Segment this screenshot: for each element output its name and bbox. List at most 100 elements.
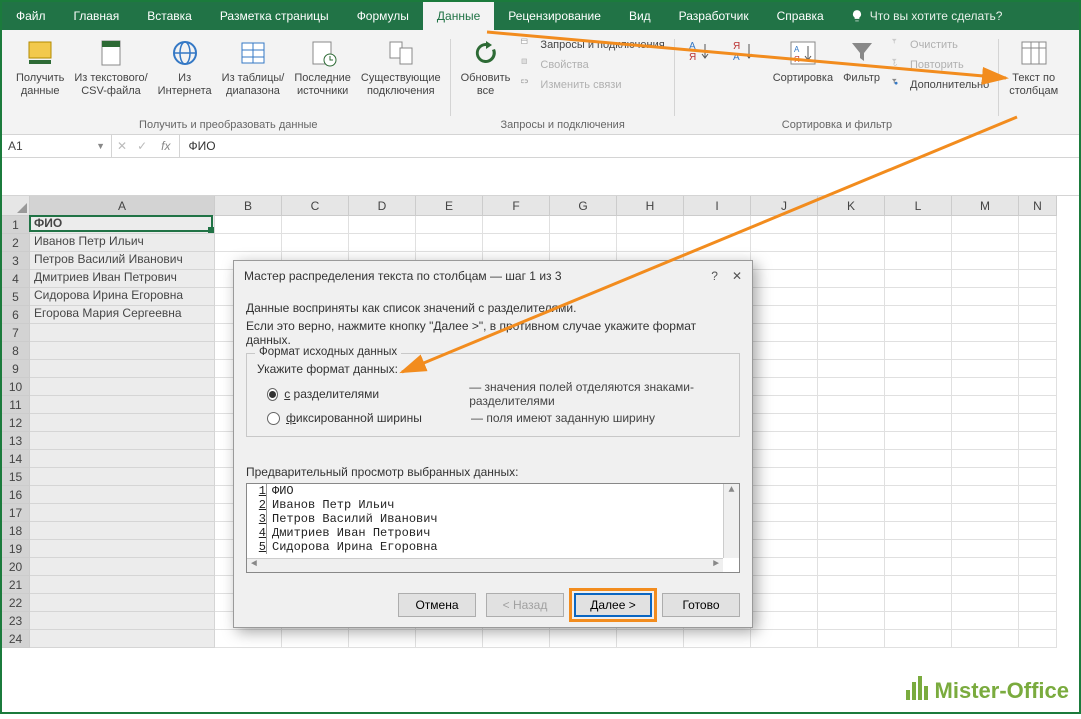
cell-A1[interactable]: ФИО [30,216,215,234]
cell-L4[interactable] [885,270,952,288]
cell-K18[interactable] [818,522,885,540]
cell-J8[interactable] [751,342,818,360]
cell-M6[interactable] [952,306,1019,324]
cell-G24[interactable] [550,630,617,648]
cell-A24[interactable] [30,630,215,648]
row-header-2[interactable]: 2 [2,234,30,252]
cell-A12[interactable] [30,414,215,432]
cell-A20[interactable] [30,558,215,576]
ribbon-sort-az-button[interactable]: AЯ [681,33,723,70]
cell-K9[interactable] [818,360,885,378]
cell-N9[interactable] [1019,360,1057,378]
cell-L16[interactable] [885,486,952,504]
cell-N5[interactable] [1019,288,1057,306]
cell-I2[interactable] [684,234,751,252]
row-header-7[interactable]: 7 [2,324,30,342]
close-icon[interactable]: ✕ [732,269,742,283]
column-header-I[interactable]: I [684,196,751,216]
cell-D1[interactable] [349,216,416,234]
cell-J19[interactable] [751,540,818,558]
row-header-13[interactable]: 13 [2,432,30,450]
cell-L22[interactable] [885,594,952,612]
cell-M23[interactable] [952,612,1019,630]
cell-H1[interactable] [617,216,684,234]
row-header-8[interactable]: 8 [2,342,30,360]
cell-K6[interactable] [818,306,885,324]
cell-L18[interactable] [885,522,952,540]
ribbon-csv-button[interactable]: Из текстового/CSV-файла [70,33,151,97]
cell-L3[interactable] [885,252,952,270]
cell-L21[interactable] [885,576,952,594]
menu-вставка[interactable]: Вставка [133,2,206,30]
cell-K13[interactable] [818,432,885,450]
cell-K2[interactable] [818,234,885,252]
cell-N21[interactable] [1019,576,1057,594]
cell-J4[interactable] [751,270,818,288]
cell-J13[interactable] [751,432,818,450]
column-header-H[interactable]: H [617,196,684,216]
cell-N10[interactable] [1019,378,1057,396]
cell-A22[interactable] [30,594,215,612]
cell-K4[interactable] [818,270,885,288]
cell-J5[interactable] [751,288,818,306]
cell-A11[interactable] [30,396,215,414]
cell-M10[interactable] [952,378,1019,396]
cell-J16[interactable] [751,486,818,504]
row-header-12[interactable]: 12 [2,414,30,432]
cell-K11[interactable] [818,396,885,414]
row-header-5[interactable]: 5 [2,288,30,306]
cell-L24[interactable] [885,630,952,648]
cell-J22[interactable] [751,594,818,612]
cell-J20[interactable] [751,558,818,576]
cell-A21[interactable] [30,576,215,594]
row-header-9[interactable]: 9 [2,360,30,378]
cell-K24[interactable] [818,630,885,648]
radio-option-0[interactable]: с разделителями— значения полей отделяют… [257,380,729,408]
menu-файл[interactable]: Файл [2,2,60,30]
cell-J7[interactable] [751,324,818,342]
row-header-22[interactable]: 22 [2,594,30,612]
row-header-18[interactable]: 18 [2,522,30,540]
row-header-15[interactable]: 15 [2,468,30,486]
cell-M22[interactable] [952,594,1019,612]
cell-K17[interactable] [818,504,885,522]
cell-N23[interactable] [1019,612,1057,630]
row-header-10[interactable]: 10 [2,378,30,396]
cancel-formula-icon[interactable]: ✕ [117,139,127,153]
formula-input[interactable]: ФИО [180,135,1079,157]
cell-J15[interactable] [751,468,818,486]
cell-L11[interactable] [885,396,952,414]
cell-L10[interactable] [885,378,952,396]
menu-справка[interactable]: Справка [763,2,838,30]
cell-N13[interactable] [1019,432,1057,450]
cell-B1[interactable] [215,216,282,234]
ribbon-sort-button[interactable]: AЯСортировка [769,33,837,85]
cell-N7[interactable] [1019,324,1057,342]
cell-L13[interactable] [885,432,952,450]
column-header-J[interactable]: J [751,196,818,216]
cell-H24[interactable] [617,630,684,648]
column-header-D[interactable]: D [349,196,416,216]
cell-A5[interactable]: Сидорова Ирина Егоровна [30,288,215,306]
cell-M3[interactable] [952,252,1019,270]
cell-F2[interactable] [483,234,550,252]
column-header-G[interactable]: G [550,196,617,216]
cell-A17[interactable] [30,504,215,522]
cell-A15[interactable] [30,468,215,486]
cell-N3[interactable] [1019,252,1057,270]
row-header-11[interactable]: 11 [2,396,30,414]
cell-M15[interactable] [952,468,1019,486]
help-icon[interactable]: ? [711,269,718,283]
cell-B24[interactable] [215,630,282,648]
menu-рецензирование[interactable]: Рецензирование [494,2,615,30]
menu-разметка страницы[interactable]: Разметка страницы [206,2,343,30]
cell-L9[interactable] [885,360,952,378]
next-button[interactable]: Далее > [574,593,652,617]
cell-J17[interactable] [751,504,818,522]
cell-E1[interactable] [416,216,483,234]
menu-вид[interactable]: Вид [615,2,665,30]
cell-I24[interactable] [684,630,751,648]
cell-J9[interactable] [751,360,818,378]
ribbon-advanced-button[interactable]: Дополнительно [886,75,993,94]
cell-A7[interactable] [30,324,215,342]
